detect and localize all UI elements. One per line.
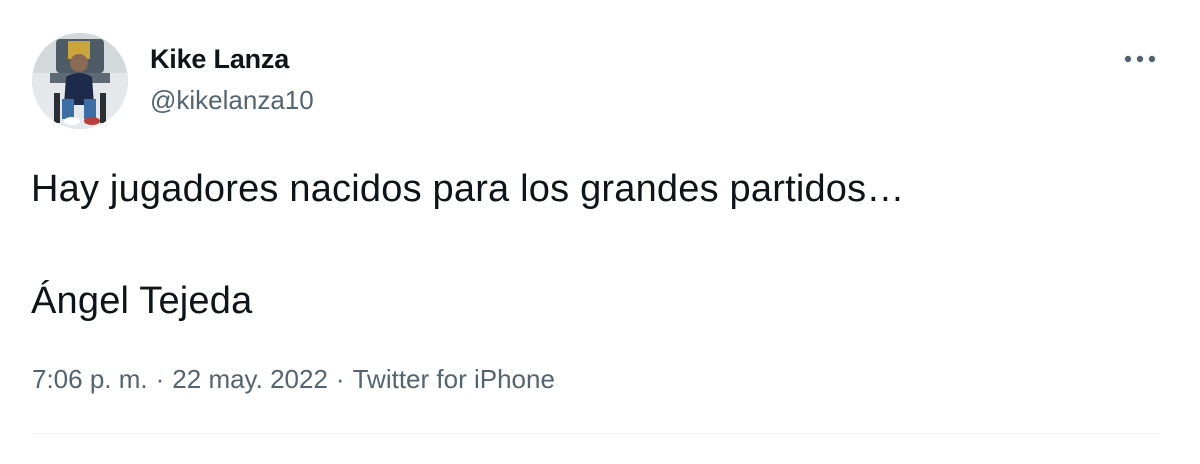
meta-separator: · [155, 364, 165, 394]
tweet-metadata: 7:06 p. m. · 22 may. 2022 · Twitter for iPho… [32, 364, 555, 395]
tweet-time[interactable]: 7:06 p. m. [32, 364, 148, 394]
tweet-card: Kike Lanza @kikelanza10 Hay jugadores na… [0, 0, 1200, 464]
tweet-date[interactable]: 22 may. 2022 [172, 364, 328, 394]
divider [32, 433, 1160, 434]
author-name[interactable]: Kike Lanza [150, 44, 289, 75]
more-options-button[interactable] [1118, 44, 1162, 74]
tweet-text-line: Ángel Tejeda [31, 280, 253, 322]
author-handle[interactable]: @kikelanza10 [150, 85, 314, 116]
tweet-source-link[interactable]: Twitter for iPhone [353, 364, 555, 394]
author-avatar[interactable] [32, 33, 128, 129]
meta-separator: · [335, 364, 345, 394]
avatar-photo [32, 33, 128, 129]
more-horizontal-icon [1124, 55, 1156, 63]
tweet-text-line: Hay jugadores nacidos para los grandes p… [31, 168, 905, 210]
